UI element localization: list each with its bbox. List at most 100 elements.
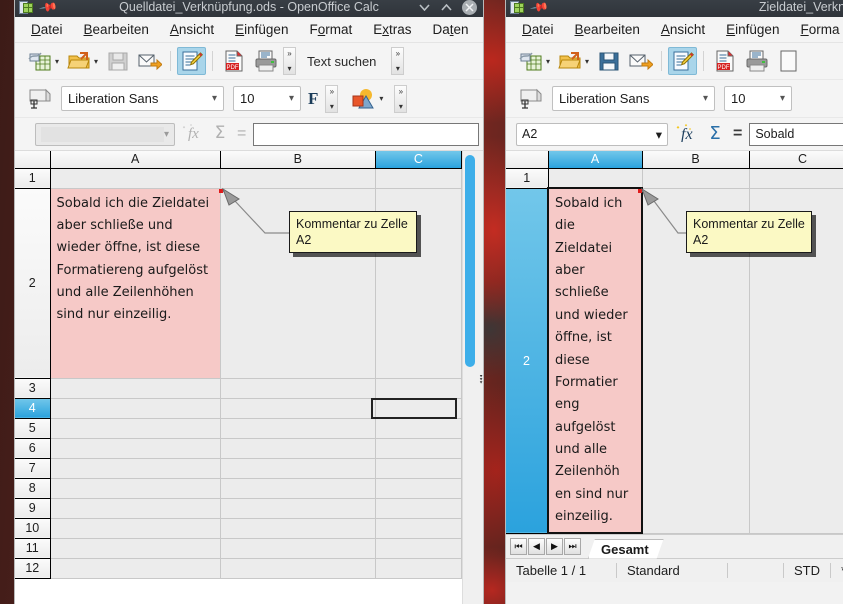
print-preview-icon[interactable]: [774, 47, 803, 75]
row-header-6[interactable]: 6: [15, 438, 51, 459]
cell-c7[interactable]: [375, 458, 462, 479]
status-modified[interactable]: *: [831, 559, 843, 582]
window-quelldatei[interactable]: 📌 Quelldatei_Verknüpfung.ods - OpenOffic…: [14, 0, 484, 604]
save-document-icon[interactable]: [103, 47, 132, 75]
cell-a2[interactable]: Sobald ich die Zieldatei aber schließe u…: [547, 186, 643, 534]
cell-b3[interactable]: [642, 533, 750, 534]
row-header-9[interactable]: 9: [15, 498, 51, 519]
menu-einfuegen[interactable]: Einfügen: [726, 22, 779, 37]
menu-extras[interactable]: Extras: [373, 22, 411, 37]
open-document-icon[interactable]: [555, 47, 584, 75]
cell-b5[interactable]: [220, 418, 376, 439]
maximize-icon[interactable]: [440, 1, 453, 14]
name-box-right[interactable]: A2 ▾: [516, 122, 668, 146]
formulabar-right[interactable]: A2 ▾ fx Σ = Sobald: [506, 118, 843, 151]
paragraph-style-icon[interactable]: [25, 85, 54, 113]
cell-c12[interactable]: [375, 558, 462, 579]
cell-c11[interactable]: [375, 538, 462, 559]
cell-a6[interactable]: [50, 438, 221, 459]
sheet-area-left[interactable]: A B C 1 2 Sobald ich die Zieldatei aber …: [15, 151, 483, 604]
cell-b2[interactable]: [642, 188, 750, 534]
column-header-b[interactable]: B: [642, 151, 750, 169]
menu-format[interactable]: Forma: [800, 22, 839, 37]
select-all-corner[interactable]: [506, 151, 549, 169]
cell-c8[interactable]: [375, 478, 462, 499]
cell-b6[interactable]: [220, 438, 376, 459]
pin-icon[interactable]: 📌: [38, 0, 58, 17]
menu-bearbeiten[interactable]: Bearbeiten: [575, 22, 640, 37]
formulabar-left[interactable]: ▾ fx Σ =: [15, 118, 483, 151]
export-pdf-icon[interactable]: PDF: [710, 47, 739, 75]
cell-a3[interactable]: [548, 533, 643, 534]
open-document-dropdown[interactable]: ▾: [94, 57, 98, 66]
standard-toolbar-left[interactable]: ▾ ▾ PDF » ▾ Text suchen » ▾: [15, 43, 483, 80]
new-document-icon[interactable]: [516, 47, 545, 75]
nav-first-sheet-button[interactable]: ⏮: [510, 538, 527, 555]
paragraph-style-icon[interactable]: [516, 85, 545, 113]
new-document-dropdown[interactable]: ▾: [546, 57, 550, 66]
minimize-icon[interactable]: [418, 1, 431, 14]
menu-datei[interactable]: Datei: [522, 22, 554, 37]
cell-c1[interactable]: [375, 168, 462, 189]
cell-c2[interactable]: [375, 188, 462, 379]
row-header-5[interactable]: 5: [15, 418, 51, 439]
cell-c9[interactable]: [375, 498, 462, 519]
sum-icon[interactable]: Σ: [705, 123, 726, 146]
cell-c6[interactable]: [375, 438, 462, 459]
bold-button-left[interactable]: F: [304, 89, 322, 109]
format-overflow2-left[interactable]: » ▾: [394, 84, 408, 113]
nav-last-sheet-button[interactable]: ⏭: [564, 538, 581, 555]
menu-bearbeiten[interactable]: Bearbeiten: [84, 22, 149, 37]
menu-datei[interactable]: Datei: [31, 22, 63, 37]
pin-icon[interactable]: 📌: [529, 0, 549, 17]
email-document-icon[interactable]: [626, 47, 655, 75]
email-document-icon[interactable]: [135, 47, 164, 75]
edit-document-icon[interactable]: [668, 47, 698, 75]
edit-document-icon[interactable]: [177, 47, 207, 75]
cell-c3[interactable]: [749, 533, 843, 534]
nav-prev-sheet-button[interactable]: ◀: [528, 538, 545, 555]
cell-a2[interactable]: Sobald ich die Zieldatei aber schließe u…: [50, 188, 221, 379]
cell-b8[interactable]: [220, 478, 376, 499]
vertical-scrollbar-left[interactable]: [462, 151, 476, 604]
row-header-11[interactable]: 11: [15, 538, 51, 559]
toolbar-overflow2-left[interactable]: » ▾: [391, 47, 405, 75]
column-header-b[interactable]: B: [220, 151, 376, 169]
row-header-4[interactable]: 4: [15, 398, 51, 419]
window-zieldatei[interactable]: 📌 Zieldatei_Verknü Datei Bearbeiten Ansi…: [505, 0, 843, 604]
equals-icon[interactable]: =: [733, 125, 742, 143]
cell-c4[interactable]: [375, 398, 462, 419]
row-header-7[interactable]: 7: [15, 458, 51, 479]
export-pdf-icon[interactable]: PDF: [219, 47, 248, 75]
cell-a8[interactable]: [50, 478, 221, 499]
row-header-2[interactable]: 2: [506, 188, 549, 534]
scrollbar-thumb[interactable]: [465, 155, 475, 367]
cell-b10[interactable]: [220, 518, 376, 539]
format-toolbar-left[interactable]: Liberation Sans ▾ 10 ▾ F » ▾ ▾ » ▾: [15, 80, 483, 118]
cell-b9[interactable]: [220, 498, 376, 519]
cell-a9[interactable]: [50, 498, 221, 519]
function-wizard-icon[interactable]: fx: [182, 123, 203, 145]
column-header-a[interactable]: A: [548, 151, 643, 169]
cell-b1[interactable]: [642, 168, 750, 189]
column-header-c[interactable]: C: [749, 151, 843, 169]
row-header-8[interactable]: 8: [15, 478, 51, 499]
grid-right[interactable]: A B C 1 2 Sobald ich die Zieldatei aber …: [506, 151, 843, 534]
close-icon[interactable]: [462, 0, 477, 15]
cell-b7[interactable]: [220, 458, 376, 479]
cell-c3[interactable]: [375, 378, 462, 399]
function-wizard-icon[interactable]: fx: [675, 123, 698, 146]
cell-a4[interactable]: [50, 398, 221, 419]
titlebar-left[interactable]: 📌 Quelldatei_Verknüpfung.ods - OpenOffic…: [15, 0, 483, 17]
sheet-area-right[interactable]: A B C 1 2 Sobald ich die Zieldatei aber …: [506, 151, 843, 534]
new-document-dropdown[interactable]: ▾: [55, 57, 59, 66]
menu-ansicht[interactable]: Ansicht: [661, 22, 705, 37]
cell-b2[interactable]: [220, 188, 376, 379]
cell-b12[interactable]: [220, 558, 376, 579]
row-header-12[interactable]: 12: [15, 558, 51, 579]
standard-toolbar-right[interactable]: ▾ ▾ PDF: [506, 43, 843, 80]
cell-a10[interactable]: [50, 518, 221, 539]
open-document-dropdown[interactable]: ▾: [585, 57, 589, 66]
status-insert-mode[interactable]: STD: [784, 559, 830, 582]
menu-ansicht[interactable]: Ansicht: [170, 22, 214, 37]
